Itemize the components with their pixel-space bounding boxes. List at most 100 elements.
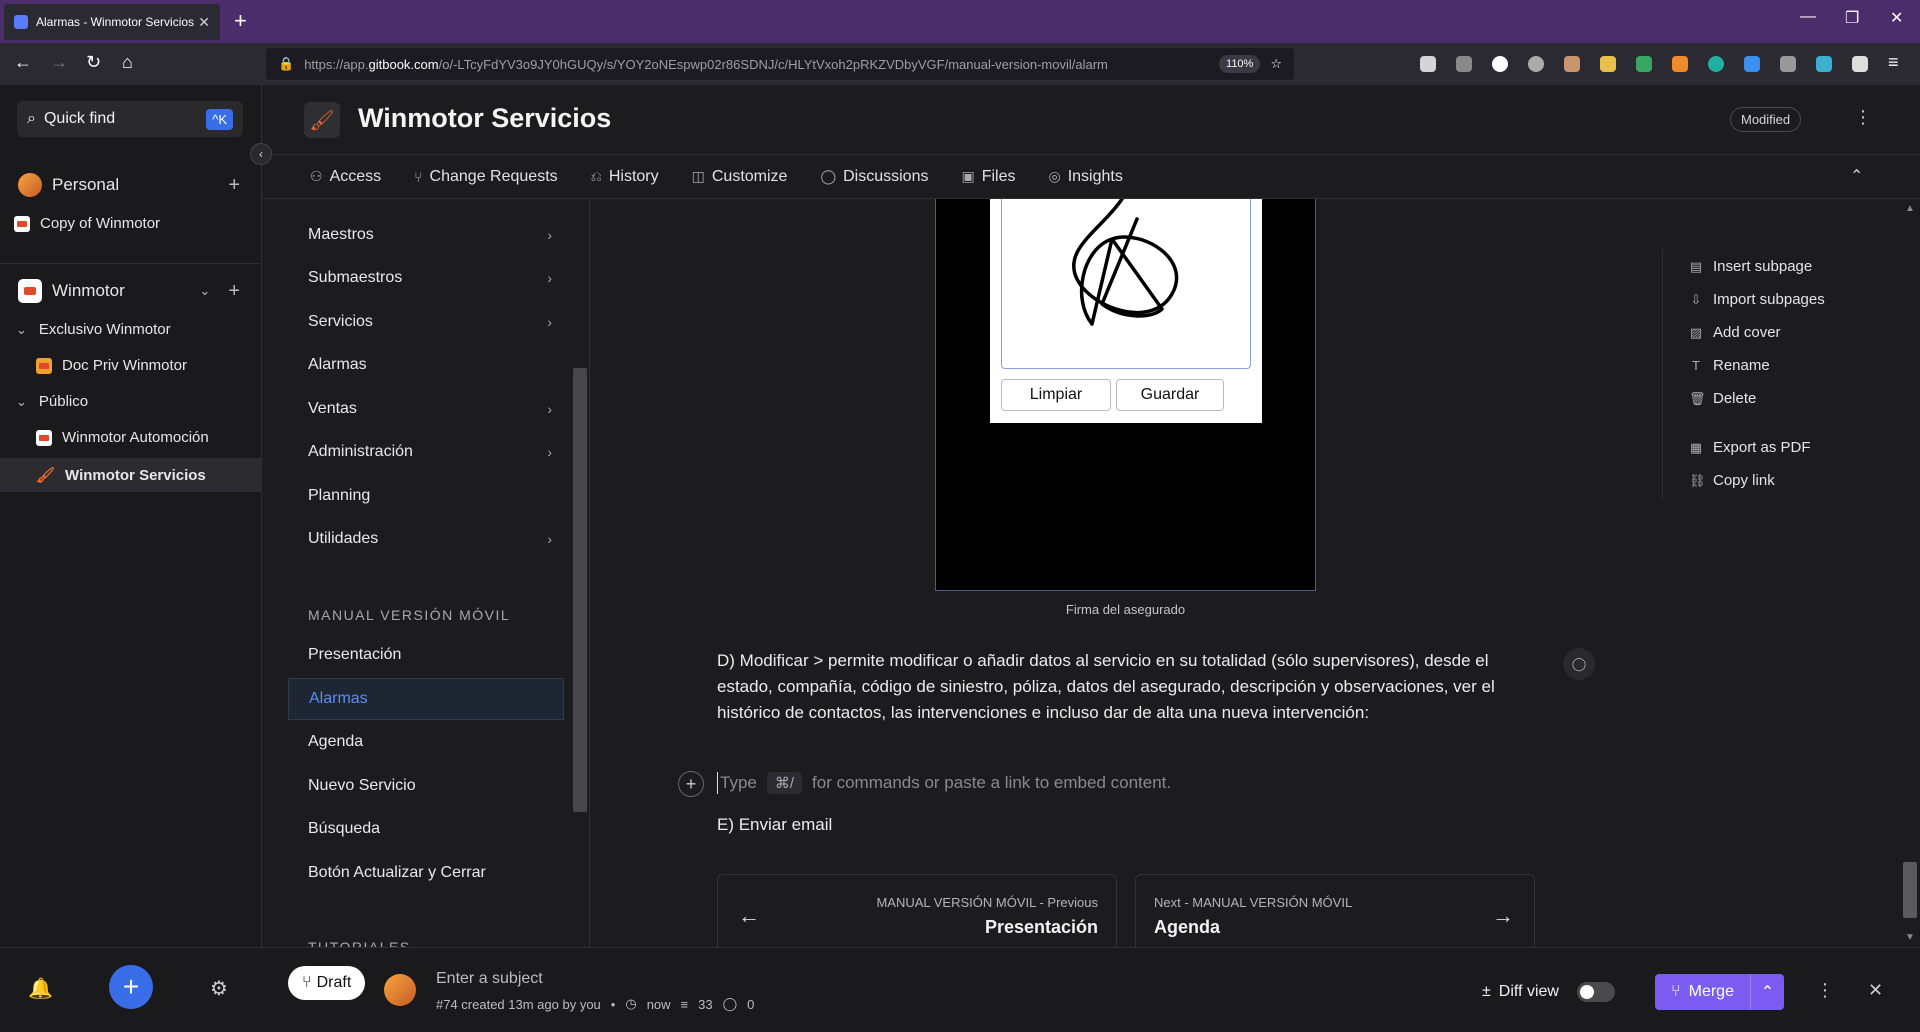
- extension-icon[interactable]: [1672, 56, 1688, 72]
- tab-customize[interactable]: ◫ Customize: [692, 168, 788, 186]
- tab-change-requests[interactable]: ⑂ Change Requests: [414, 168, 558, 186]
- comment-icon[interactable]: ◯: [1563, 648, 1595, 680]
- tab-label: Access: [329, 167, 382, 185]
- new-tab-button[interactable]: +: [234, 8, 247, 34]
- extension-icon[interactable]: [1564, 56, 1580, 72]
- restore-icon[interactable]: ❐: [1845, 8, 1859, 28]
- reload-icon[interactable]: ↻: [86, 52, 101, 73]
- sidebar-item-copy-of-winmotor[interactable]: Copy of Winmotor: [14, 215, 160, 232]
- bookmark-star-icon[interactable]: ☆: [1270, 56, 1282, 72]
- scrollbar[interactable]: [1903, 862, 1917, 918]
- nav-item-alarmas-active[interactable]: Alarmas: [288, 678, 564, 720]
- chevron-up-icon[interactable]: ⌃: [1749, 974, 1784, 1010]
- tab-insights[interactable]: ◎ Insights: [1048, 168, 1122, 186]
- extension-icon[interactable]: [1816, 56, 1832, 72]
- sidebar-item-personal[interactable]: Personal +: [18, 173, 240, 197]
- toggle-switch[interactable]: [1576, 982, 1615, 1002]
- copy-link-action[interactable]: ⛓ Copy link: [1689, 464, 1902, 497]
- more-options-icon[interactable]: ⋮: [1854, 107, 1872, 128]
- import-subpages-action[interactable]: ⇩ Import subpages: [1689, 283, 1902, 316]
- nav-item-agenda[interactable]: Agenda: [288, 721, 564, 763]
- dot-separator: •: [610, 996, 616, 1012]
- gear-icon[interactable]: ⚙: [210, 976, 228, 1001]
- arrow-left-icon: ←: [738, 903, 760, 928]
- nav-item-ventas[interactable]: Ventas ›: [288, 388, 564, 430]
- nav-item-alarmas[interactable]: Alarmas: [288, 344, 564, 386]
- library-icon[interactable]: [1456, 56, 1472, 72]
- close-tab-icon[interactable]: ✕: [198, 14, 210, 31]
- bell-icon[interactable]: 🔔: [28, 976, 53, 1001]
- chevron-down-icon[interactable]: ⌄: [199, 283, 210, 299]
- extension-icon[interactable]: [1636, 56, 1652, 72]
- nav-item-busqueda[interactable]: Búsqueda: [288, 808, 564, 850]
- previous-page-card[interactable]: ← MANUAL VERSIÓN MÓVIL - Previous Presen…: [717, 874, 1117, 947]
- sidebar-item-servicios[interactable]: 🖌 Winmotor Servicios: [0, 458, 262, 492]
- quick-find-input[interactable]: ⌕ Quick find ^K: [17, 101, 243, 137]
- block-input[interactable]: Type ⌘/ for commands or paste a link to …: [717, 772, 1171, 794]
- tab-access[interactable]: ⚇ Access: [310, 168, 381, 186]
- chevron-up-icon[interactable]: ⌃: [1850, 166, 1863, 186]
- section-heading[interactable]: E) Enviar email: [717, 815, 832, 835]
- extension-icon[interactable]: [1744, 56, 1760, 72]
- nav-item-maestros[interactable]: Maestros ›: [288, 214, 564, 256]
- extension-icon[interactable]: [1708, 56, 1724, 72]
- wikipedia-icon[interactable]: [1492, 56, 1508, 72]
- scroll-down-icon[interactable]: ▼: [1905, 932, 1915, 943]
- merge-button[interactable]: ⑂ Merge ⌃: [1655, 974, 1784, 1010]
- extension-icon[interactable]: [1852, 56, 1868, 72]
- draft-badge[interactable]: ⑂ Draft: [288, 966, 366, 1000]
- forward-icon[interactable]: →: [50, 52, 68, 73]
- sidebar-item-doc-priv[interactable]: Doc Priv Winmotor: [36, 357, 187, 374]
- add-cover-action[interactable]: ▨ Add cover: [1689, 316, 1902, 349]
- sidebar-item-winmotor[interactable]: Winmotor ⌄ +: [18, 279, 240, 303]
- nav-item-planning[interactable]: Planning: [288, 475, 564, 517]
- subject-input[interactable]: Enter a subject: [436, 970, 543, 988]
- close-window-icon[interactable]: ✕: [1890, 8, 1903, 28]
- extension-icon[interactable]: [1780, 56, 1796, 72]
- zoom-level[interactable]: 110%: [1219, 55, 1261, 73]
- home-icon[interactable]: ⌂: [122, 52, 133, 73]
- tab-history[interactable]: ⎌ History: [591, 168, 659, 186]
- guardar-button[interactable]: Guardar: [1116, 379, 1224, 411]
- collapse-sidebar-button[interactable]: ‹: [250, 143, 272, 165]
- browser-tab[interactable]: Alarmas - Winmotor Servicios ✕: [4, 4, 220, 40]
- scroll-up-icon[interactable]: ▲: [1905, 203, 1915, 214]
- nav-item-boton-actualizar[interactable]: Botón Actualizar y Cerrar: [288, 852, 564, 894]
- nav-item-nuevo-servicio[interactable]: Nuevo Servicio: [288, 765, 564, 807]
- limpiar-button[interactable]: Limpiar: [1001, 379, 1111, 411]
- tab-discussions[interactable]: ◯ Discussions: [820, 168, 928, 186]
- url-bar[interactable]: 🔒 https://app.gitbook.com/o/-LTcyFdYV3o9…: [266, 48, 1294, 80]
- extension-icon[interactable]: [1600, 56, 1616, 72]
- nav-item-administracion[interactable]: Administración ›: [288, 431, 564, 473]
- more-options-icon[interactable]: ⋮: [1816, 980, 1834, 1001]
- delete-action[interactable]: 🗑 Delete: [1689, 382, 1902, 415]
- add-icon[interactable]: +: [228, 280, 240, 303]
- sidebar-item-label: Winmotor Servicios: [65, 466, 206, 484]
- diff-view-toggle[interactable]: ± Diff view: [1482, 982, 1615, 1002]
- merge-main[interactable]: ⑂ Merge: [1655, 983, 1750, 1001]
- minimize-icon[interactable]: —: [1800, 8, 1816, 26]
- insert-subpage-action[interactable]: ▤ Insert subpage: [1689, 250, 1902, 283]
- rename-action[interactable]: T Rename: [1689, 349, 1902, 382]
- close-icon[interactable]: ✕: [1868, 980, 1883, 1001]
- sidebar-item-exclusivo[interactable]: ⌄ Exclusivo Winmotor: [16, 321, 171, 338]
- menu-icon[interactable]: ≡: [1888, 52, 1899, 73]
- nav-item-submaestros[interactable]: Submaestros ›: [288, 257, 564, 299]
- back-icon[interactable]: ←: [14, 52, 32, 73]
- tab-files[interactable]: ▣ Files: [961, 168, 1015, 186]
- create-button[interactable]: +: [109, 965, 153, 1009]
- nav-item-utilidades[interactable]: Utilidades ›: [288, 518, 564, 560]
- nav-item-servicios[interactable]: Servicios ›: [288, 301, 564, 343]
- next-page-card[interactable]: Next - MANUAL VERSIÓN MÓVIL Agenda →: [1135, 874, 1535, 947]
- add-block-button[interactable]: +: [678, 771, 704, 797]
- add-icon[interactable]: +: [228, 174, 240, 197]
- export-pdf-action[interactable]: ▦ Export as PDF: [1689, 431, 1902, 464]
- sidebar-item-automocion[interactable]: Winmotor Automoción: [36, 429, 209, 446]
- cr-time: now: [646, 996, 671, 1012]
- extension-icon[interactable]: [1528, 56, 1544, 72]
- scrollbar[interactable]: [573, 368, 587, 812]
- pocket-icon[interactable]: [1420, 56, 1436, 72]
- paragraph[interactable]: D) Modificar > permite modificar o añadi…: [717, 648, 1517, 726]
- sidebar-item-publico[interactable]: ⌄ Público: [16, 393, 88, 410]
- nav-item-presentacion[interactable]: Presentación: [288, 634, 564, 676]
